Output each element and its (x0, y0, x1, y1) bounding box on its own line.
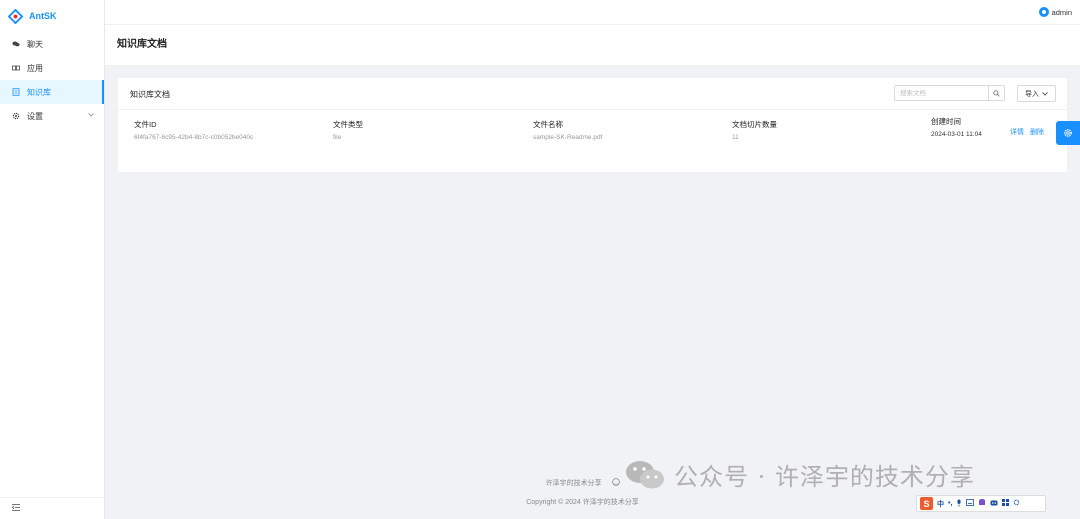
ime-toolbar: S 中 •, (916, 495, 1046, 512)
chevron-down-icon (1042, 91, 1048, 96)
app-name: AntSK (29, 11, 57, 21)
book-icon (12, 88, 20, 96)
sidebar-item-label: 设置 (27, 111, 43, 121)
import-label: 导入 (1025, 90, 1039, 98)
search-input[interactable] (895, 86, 988, 100)
chat-icon (12, 40, 20, 48)
chevron-down-icon (88, 113, 94, 119)
footer-link[interactable]: 许泽宇的技术分享 (546, 478, 602, 488)
settings-icon[interactable] (1013, 499, 1020, 508)
file-type-value: file (333, 134, 342, 141)
watermark: 公众号 · 许泽宇的技术分享 (624, 457, 975, 492)
document-card: 知识库文档 导入 文件ID 6f4fa767-6c95-42b4-8b7c-c0… (118, 78, 1067, 172)
page-header: 知识库文档 (105, 25, 1080, 65)
sidebar-item-chat[interactable]: 聊天 (0, 32, 104, 56)
antsk-logo-icon (8, 8, 23, 24)
detail-link[interactable]: 详情 (1010, 127, 1024, 137)
slice-count-value: 11 (732, 134, 739, 141)
created-time-cell: 创建时间 2024-03-01 11:04 (931, 116, 982, 138)
slice-count-label: 文档切片数量 (732, 120, 777, 129)
page-title: 知识库文档 (117, 39, 167, 50)
row-actions: 详情 删除 (1010, 127, 1044, 137)
search-icon (993, 89, 1000, 97)
username: admin (1051, 7, 1072, 17)
ime-punctuation[interactable]: •, (948, 500, 952, 507)
microphone-icon[interactable] (956, 499, 962, 509)
delete-link[interactable]: 删除 (1030, 127, 1044, 137)
sidebar-item-app[interactable]: 应用 (0, 56, 104, 80)
sidebar: AntSK 聊天 应用 知识库 设置 (0, 0, 105, 519)
file-name-value: sample-SK-Readme.pdf (533, 134, 603, 141)
watermark-text: 公众号 · 许泽宇的技术分享 (674, 463, 975, 491)
avatar (1038, 7, 1049, 17)
logo[interactable]: AntSK (0, 0, 104, 32)
sidebar-item-label: 应用 (27, 63, 43, 73)
file-name-label: 文件名称 (533, 120, 563, 129)
sidebar-item-label: 知识库 (27, 87, 51, 97)
keyboard-icon[interactable] (966, 499, 975, 508)
top-header: admin (105, 0, 1080, 25)
user-menu[interactable]: admin (1038, 7, 1072, 17)
sidebar-menu: 聊天 应用 知识库 设置 (0, 32, 104, 128)
slice-count-cell: 文档切片数量 11 (732, 119, 777, 141)
ime-mode[interactable]: 中 (937, 499, 944, 509)
gear-icon (1064, 129, 1072, 137)
sidebar-item-label: 聊天 (27, 39, 43, 49)
file-name-cell: 文件名称 sample-SK-Readme.pdf (533, 119, 602, 141)
search-button[interactable] (988, 86, 1004, 100)
sogou-logo-icon[interactable]: S (920, 497, 933, 510)
robot-icon[interactable] (990, 499, 998, 508)
card-header: 知识库文档 导入 (118, 78, 1067, 110)
file-type-label: 文件类型 (333, 120, 363, 129)
gear-icon (12, 112, 20, 120)
github-icon[interactable] (611, 478, 620, 488)
created-time-value: 2024-03-01 11:04 (931, 131, 982, 138)
wechat-icon (626, 460, 664, 488)
grid-icon[interactable] (1002, 499, 1010, 508)
file-type-cell: 文件类型 file (333, 119, 363, 141)
search-box (894, 85, 1005, 101)
sidebar-item-settings[interactable]: 设置 (0, 104, 104, 128)
sidebar-item-knowledge-base[interactable]: 知识库 (0, 80, 104, 104)
file-id-value: 6f4fa767-6c95-42b4-8b7c-c0b052be040c (134, 134, 254, 141)
skin-icon[interactable] (978, 499, 986, 508)
file-id-cell: 文件ID 6f4fa767-6c95-42b4-8b7c-c0b052be040… (134, 119, 253, 141)
card-title: 知识库文档 (130, 90, 170, 99)
list-item: 文件ID 6f4fa767-6c95-42b4-8b7c-c0b052be040… (118, 110, 1067, 160)
menu-fold-icon (11, 504, 20, 513)
import-button[interactable]: 导入 (1017, 85, 1056, 102)
created-time-label: 创建时间 (931, 117, 961, 126)
app-icon (12, 64, 20, 72)
file-id-label: 文件ID (134, 120, 157, 129)
floating-settings-button[interactable] (1056, 121, 1080, 145)
